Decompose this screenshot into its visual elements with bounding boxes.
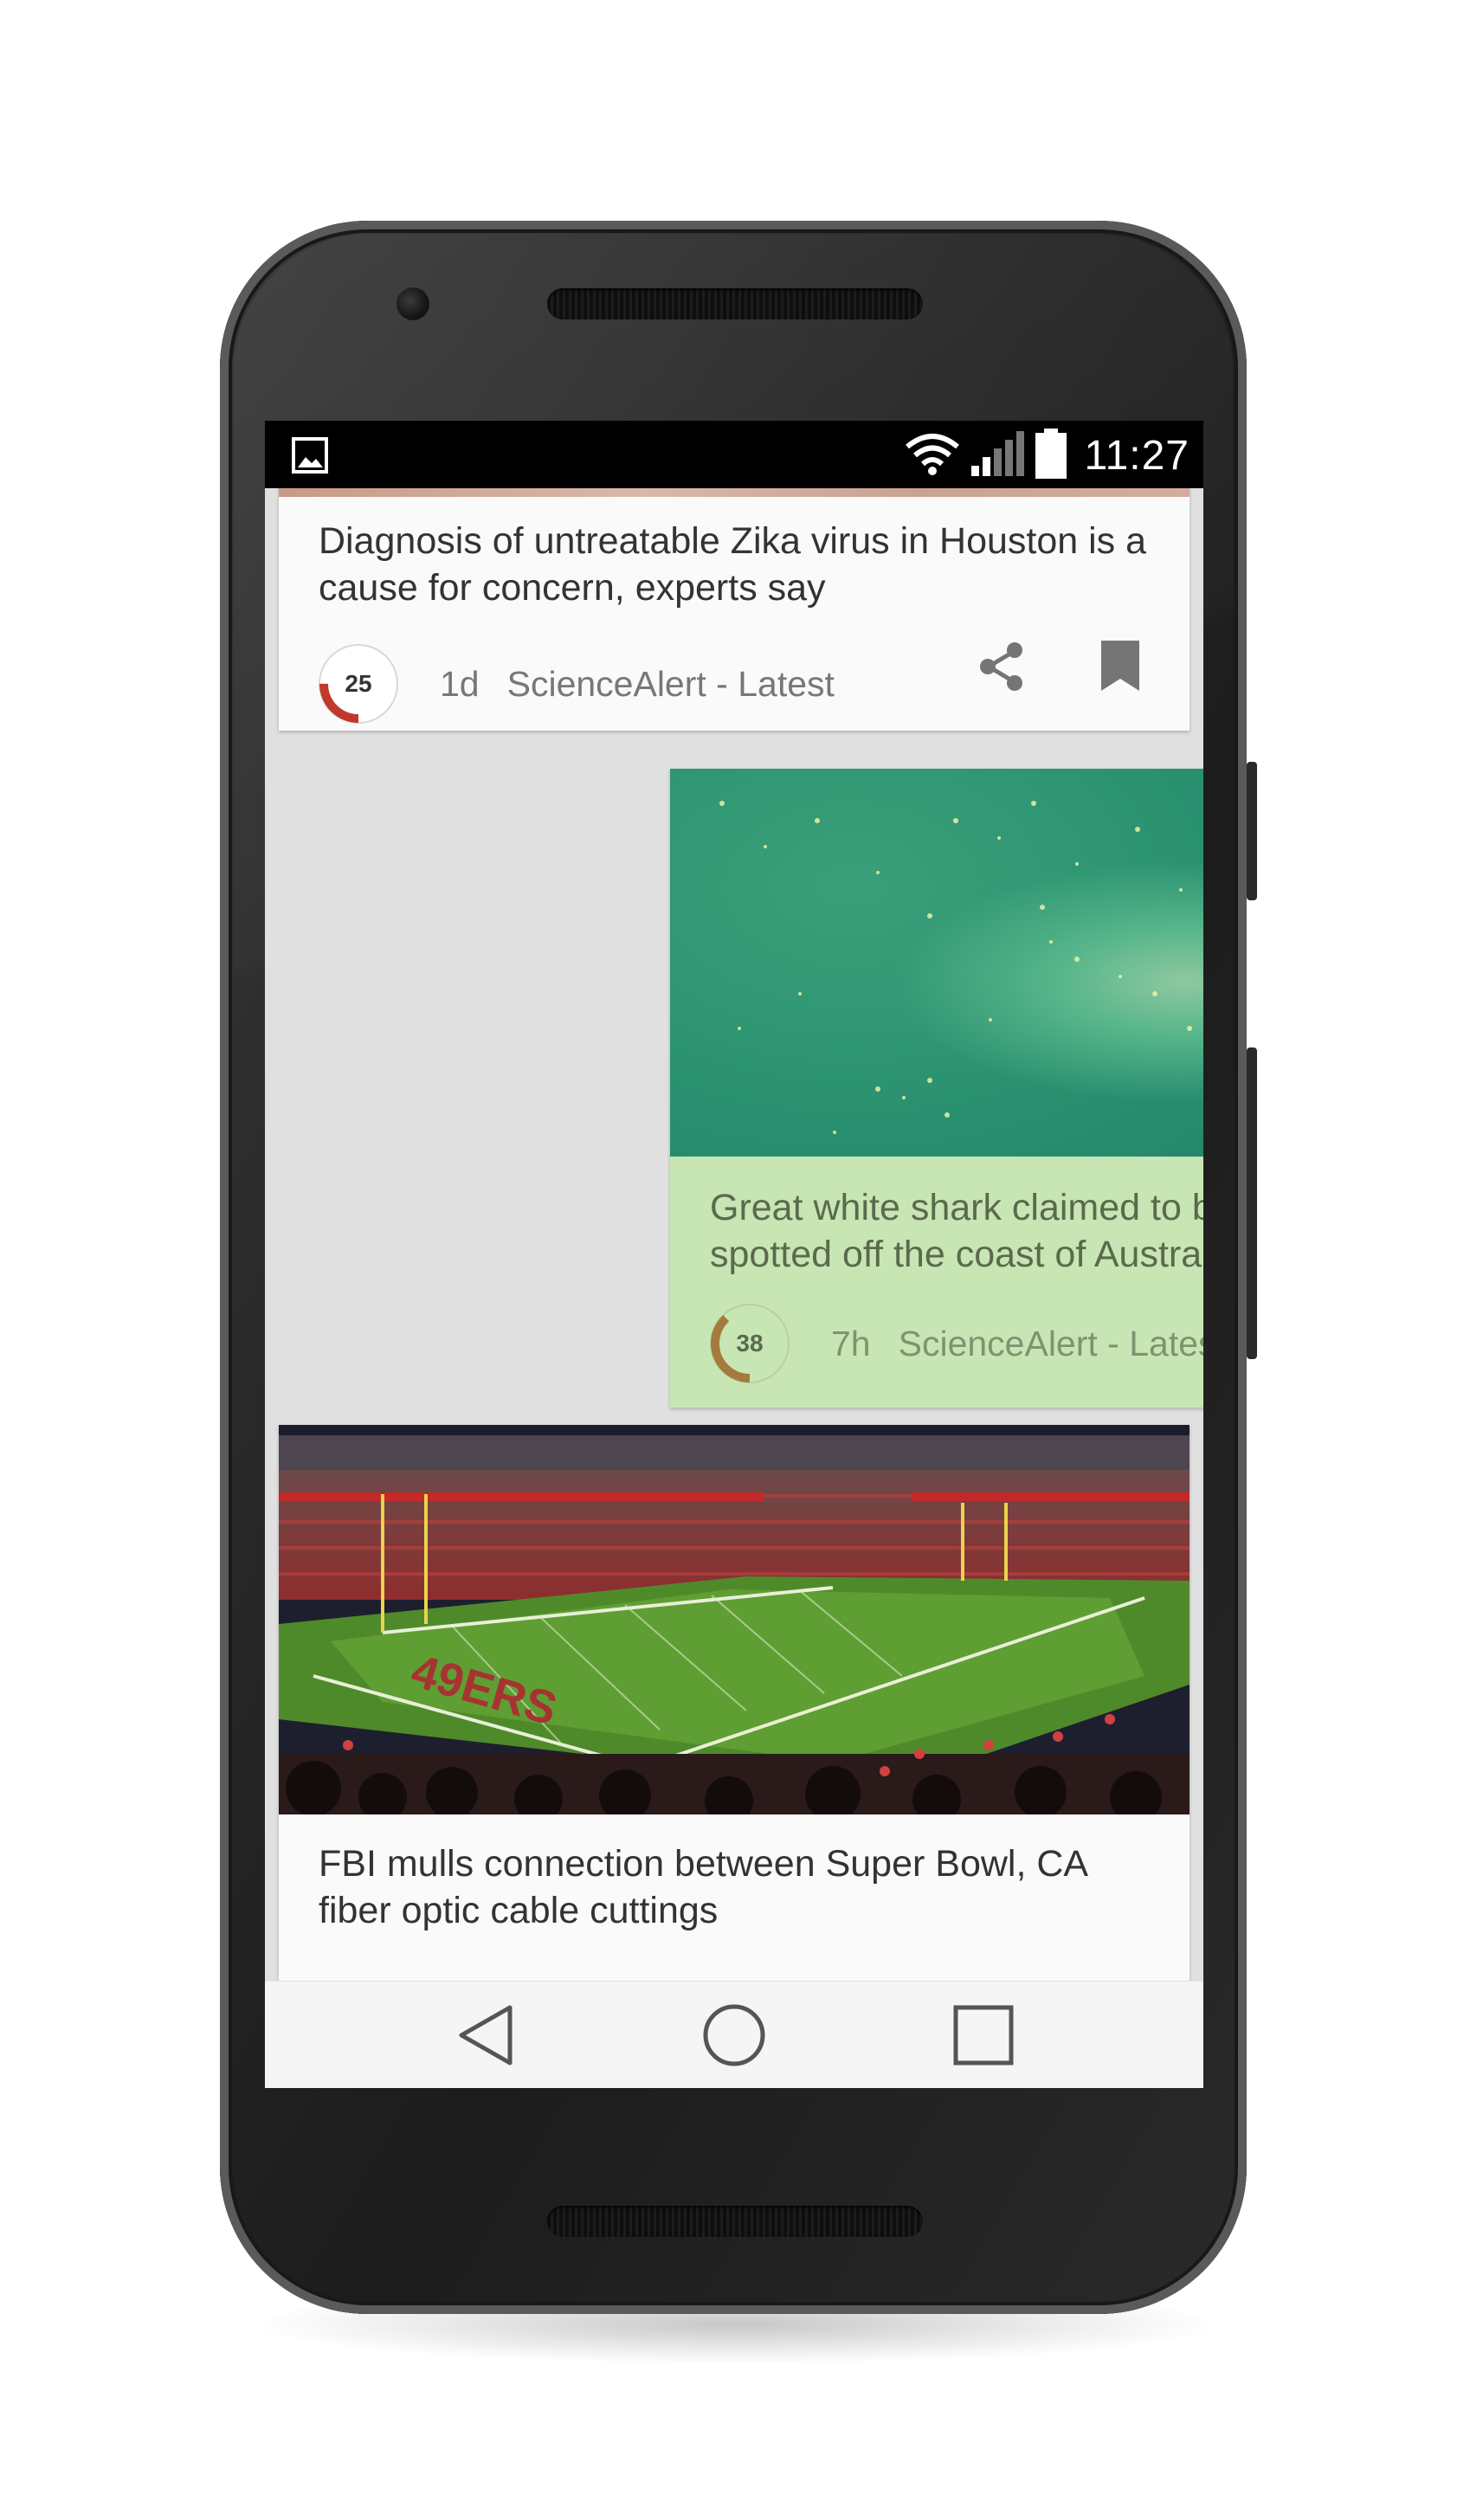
card-title[interactable]: FBI mulls connection between Super Bowl,… [319, 1840, 1150, 1934]
volume-button [1247, 1047, 1257, 1359]
score-value: 25 [345, 670, 372, 697]
recents-icon[interactable] [949, 2001, 1018, 2070]
power-button [1247, 762, 1257, 900]
card-source[interactable]: ScienceAlert - Latest [507, 664, 835, 705]
card-image: 49ERS [279, 1425, 1190, 1814]
status-bar: 11:27 [265, 421, 1203, 488]
screen: 11:27 Diagnosis of untreatable Zika viru… [265, 421, 1203, 2088]
wifi-icon [904, 431, 961, 480]
card-image-strip [279, 488, 1190, 497]
top-speaker [547, 288, 923, 319]
status-clock: 11:27 [1084, 432, 1190, 479]
score-badge: 38 [710, 1304, 790, 1383]
back-icon[interactable] [452, 2001, 521, 2070]
bottom-speaker [547, 2206, 923, 2237]
card-source[interactable]: ScienceAlert - Latest [899, 1324, 1203, 1364]
navigation-bar [265, 1981, 1203, 2088]
share-icon[interactable] [975, 639, 1030, 694]
news-card[interactable]: Diagnosis of untreatable Zika virus in H… [279, 488, 1190, 731]
card-age: 7h [831, 1323, 871, 1363]
card-meta: 25 1d ScienceAlert - Latest [319, 644, 835, 724]
score-value: 38 [736, 1330, 764, 1357]
bookmark-icon[interactable] [1101, 641, 1139, 693]
card-image [670, 769, 1203, 1157]
news-feed[interactable]: Diagnosis of untreatable Zika virus in H… [265, 488, 1203, 1981]
card-title[interactable]: Diagnosis of untreatable Zika virus in H… [319, 518, 1150, 611]
card-title[interactable]: Great white shark claimed to be spotted … [710, 1184, 1203, 1278]
news-card-swiped[interactable]: Great white shark claimed to be spotted … [670, 769, 1203, 1408]
battery-icon [1035, 428, 1067, 483]
card-age: 1d [440, 663, 480, 704]
news-card[interactable]: 49ERS FBI mulls connection between Super… [279, 1425, 1190, 1981]
front-camera [397, 287, 429, 320]
score-badge: 25 [319, 644, 398, 724]
stadium-photo: 49ERS [279, 1425, 1190, 1814]
home-icon[interactable] [700, 2001, 769, 2070]
water-sparkles [719, 801, 1192, 1134]
signal-icon [971, 429, 1025, 482]
card-meta: 38 7h ScienceAlert - Latest [710, 1304, 1203, 1383]
image-notification-icon [291, 436, 329, 479]
